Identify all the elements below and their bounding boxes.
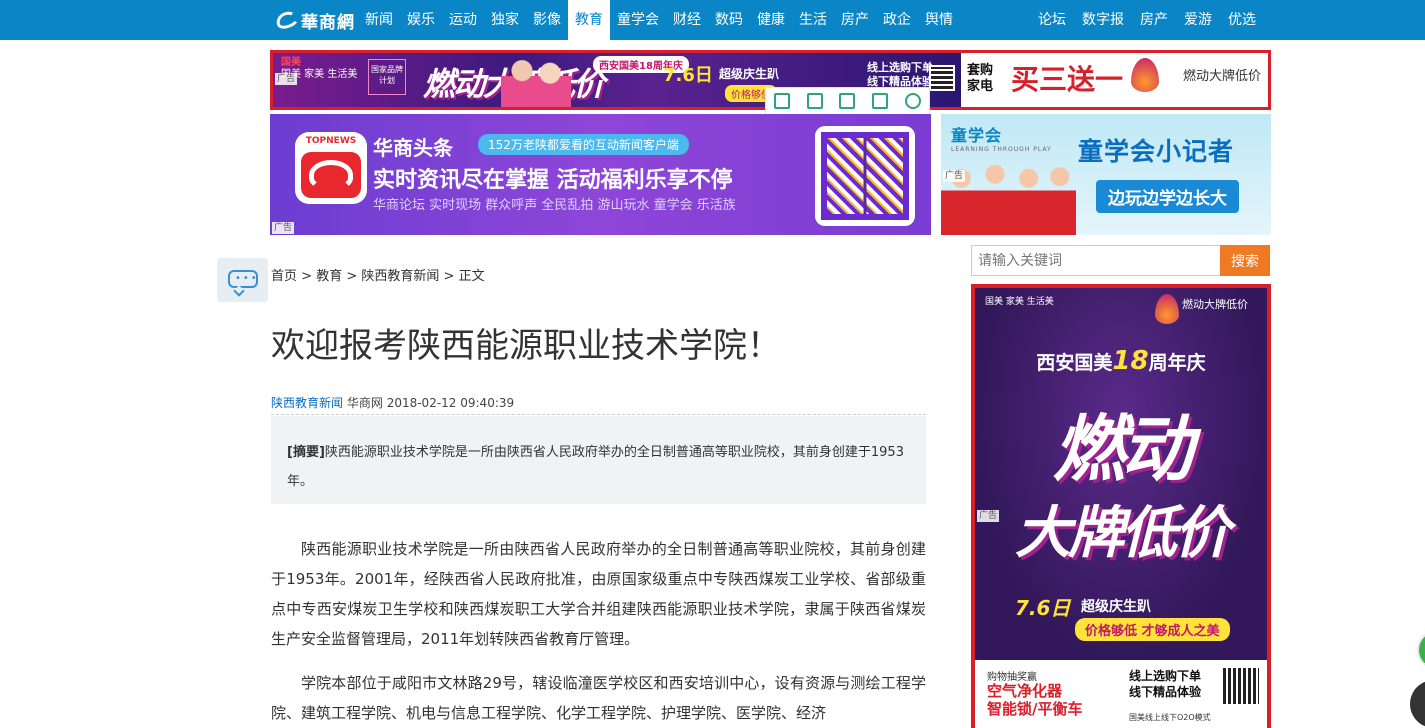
top-nav-bar: 華商網 新闻 娱乐 运动 独家 影像 教育 童学会 财经 数码 健康 生活 房产 政企 舆情 论坛 数字报房…: [0, 0, 1425, 40]
floating-scroll-button[interactable]: [1410, 680, 1425, 728]
nav-item[interactable]: 童学会: [610, 0, 666, 40]
nav-item-right[interactable]: 论坛: [1030, 0, 1074, 40]
ad-people-image: [501, 55, 571, 107]
nav-item[interactable]: 政企: [876, 0, 918, 40]
flame-icon: [1131, 58, 1159, 92]
main-nav: 新闻 娱乐 运动 独家 影像 教育 童学会 财经 数码 健康 生活 房产 政企 舆情: [358, 0, 960, 40]
side-ad-gome[interactable]: 国美 家美 生活美 燃动大牌低价 西安国美18周年庆 燃动 大牌低价 7.6日 …: [971, 284, 1271, 728]
side-ad-price: 价格够低 才够成人之美: [1075, 618, 1230, 641]
save-icon[interactable]: [839, 93, 856, 109]
side-ad-brand: 国美 家美 生活美: [985, 297, 1054, 307]
ad-right-tag: 燃动大牌低价: [1183, 69, 1262, 84]
ad-qr-code: [929, 65, 955, 91]
article-title: 欢迎报考陕西能源职业技术学院！: [271, 326, 781, 366]
fullscreen-icon[interactable]: [806, 93, 823, 109]
ad-right-text: 套购 家电: [967, 63, 994, 94]
side-ad-headline-2: 大牌低价: [1015, 501, 1230, 566]
side-ad-headline-1: 燃动: [1052, 407, 1193, 491]
ad-label: 广告: [977, 510, 1000, 522]
ad-date-tag: 超级庆生趴: [719, 67, 780, 81]
kids-logo: 童学会 LEARNING THROUGH PLAY: [951, 126, 1052, 153]
breadcrumb-item: 正文: [458, 269, 485, 284]
logo-text: 華商網: [301, 12, 355, 33]
source-name: 华商网: [346, 396, 383, 410]
share-toolbar: [765, 87, 930, 115]
nav-item[interactable]: 数码: [708, 0, 750, 40]
kids-photo: [941, 154, 1076, 235]
logo-swirl-icon: [273, 8, 301, 32]
nav-item[interactable]: 财经: [666, 0, 708, 40]
share-icon[interactable]: [872, 93, 889, 109]
nav-item[interactable]: 运动: [442, 0, 484, 40]
ad-online: 线上选购下单 线下精品体验: [867, 61, 933, 88]
topnews-title: 华商头条: [373, 136, 453, 160]
breadcrumb-item[interactable]: 教育: [316, 269, 342, 284]
article-summary: [摘要]陕西能源职业技术学院是一所由陕西省人民政府举办的全日制普通高等职业院校，…: [271, 416, 926, 504]
side-ad-bottom: 购物抽奖赢 空气净化器 智能锁/平衡车 线上选购下单 线下精品体验 国美线上线下O2…: [975, 660, 1267, 728]
ad-label: 广告: [943, 170, 966, 182]
nav-item[interactable]: 房产: [834, 0, 876, 40]
secondary-nav: 论坛 数字报 房产 爱游 优选: [1030, 0, 1264, 40]
kids-reporter-ad[interactable]: 童学会 LEARNING THROUGH PLAY 童学会小记者 边玩边学边长大…: [941, 114, 1271, 235]
nav-item[interactable]: 健康: [750, 0, 792, 40]
breadcrumb-separator: >: [439, 269, 459, 284]
topnews-slogan: 实时资讯尽在掌握 活动福利乐享不停: [373, 168, 733, 193]
divider: [271, 414, 926, 415]
side-ad-anniversary: 西安国美18周年庆: [1036, 346, 1206, 376]
nav-item-right[interactable]: 爱游: [1176, 0, 1220, 40]
summary-text: 陕西能源职业技术学院是一所由陕西省人民政府举办的全日制普通高等职业院校，其前身创…: [287, 445, 904, 489]
nav-item-right[interactable]: 房产: [1132, 0, 1176, 40]
search-button[interactable]: 搜索: [1220, 245, 1270, 276]
nav-item-right[interactable]: 优选: [1220, 0, 1264, 40]
floating-service-button[interactable]: [1417, 630, 1425, 670]
article-paragraph: 学院本部位于咸阳市文林路29号，辖设临潼医学校区和西安培训中心，设有资源与测绘工…: [271, 674, 926, 722]
kids-headline: 童学会小记者: [1078, 137, 1235, 166]
nav-item[interactable]: 新闻: [358, 0, 400, 40]
nav-item[interactable]: 独家: [484, 0, 526, 40]
topnews-qr-code: [815, 126, 915, 226]
site-logo[interactable]: 華商網: [273, 8, 355, 33]
nav-item[interactable]: 生活: [792, 0, 834, 40]
kids-sub: 边玩边学边长大: [1096, 180, 1239, 213]
banner-ad-right: 套购 家电 买三送一 燃动大牌低价: [961, 53, 1268, 107]
breadcrumb-item[interactable]: 首页: [271, 269, 297, 284]
nav-item-right[interactable]: 数字报: [1074, 0, 1132, 40]
side-ad-brand-right: 燃动大牌低价: [1182, 298, 1248, 311]
publish-datetime: 2018-02-12 09:40:39: [386, 396, 515, 410]
ad-label: 广告: [272, 222, 295, 234]
ad-label: 广告: [275, 73, 298, 85]
mobile-icon[interactable]: [774, 93, 791, 109]
topnews-app-icon: TOPNEWS: [295, 132, 367, 204]
summary-label: [摘要]: [287, 445, 325, 460]
article-paragraph: 陕西能源职业技术学院是一所由陕西省人民政府举办的全日制普通高等职业院校，其前身创…: [271, 540, 926, 648]
comment-button[interactable]: •••: [217, 258, 268, 302]
nav-item[interactable]: 教育: [568, 0, 610, 40]
nav-item[interactable]: 娱乐: [400, 0, 442, 40]
breadcrumb-item[interactable]: 陕西教育新闻: [361, 269, 439, 284]
ad-date: 7.6日: [663, 65, 713, 86]
search-input[interactable]: [971, 245, 1221, 276]
nav-item[interactable]: 舆情: [918, 0, 960, 40]
side-ad-date: 7.6日: [1015, 596, 1071, 620]
topnews-tags: 华商论坛 实时现场 群众呼声 全民乱拍 游山玩水 童学会 乐活族: [373, 198, 736, 213]
ad-badge: 国家品牌计划: [368, 59, 406, 95]
breadcrumb: 首页 > 教育 > 陕西教育新闻 > 正文: [271, 265, 485, 284]
source-link[interactable]: 陕西教育新闻: [271, 396, 343, 410]
topnews-pill: 152万老陕都爱看的互动新闻客户端: [478, 134, 689, 155]
breadcrumb-separator: >: [297, 269, 317, 284]
nav-item[interactable]: 影像: [526, 0, 568, 40]
side-ad-qr-code: [1221, 666, 1261, 706]
topnews-app-ad[interactable]: TOPNEWS 华商头条 152万老陕都爱看的互动新闻客户端 实时资讯尽在掌握 …: [270, 114, 931, 235]
side-ad-date-tag: 超级庆生趴: [1081, 599, 1151, 615]
article-meta: 陕西教育新闻 华商网 2018-02-12 09:40:39: [271, 394, 514, 411]
ad-right-big: 买三送一: [1011, 63, 1124, 96]
gear-icon[interactable]: [904, 93, 921, 109]
breadcrumb-separator: >: [342, 269, 362, 284]
